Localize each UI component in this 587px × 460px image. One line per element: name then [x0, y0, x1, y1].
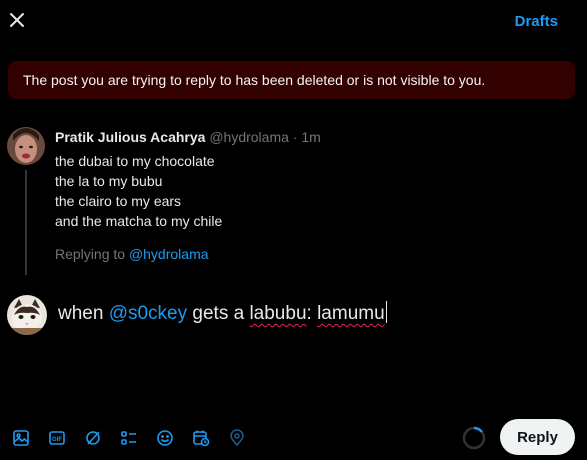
post-time[interactable]: 1m [301, 129, 320, 145]
reply-button[interactable]: Reply [500, 419, 575, 455]
composer-text: when [58, 303, 104, 324]
composer-text: gets a [192, 303, 245, 324]
emoji-icon [157, 430, 173, 446]
composer-mention[interactable]: @s0ckey [109, 303, 187, 324]
add-emoji-button[interactable] [155, 428, 175, 448]
composer-misspelled-word: labubu [249, 303, 307, 324]
author-avatar[interactable] [7, 127, 45, 165]
grok-icon [86, 431, 100, 445]
alert-text: The post you are trying to reply to has … [23, 72, 486, 88]
author-name[interactable]: Pratik Julious Acahrya [55, 129, 205, 145]
deleted-post-alert: The post you are trying to reply to has … [8, 61, 575, 99]
text-caret [385, 301, 387, 323]
composer-misspelled-word: lamumu [317, 303, 385, 324]
user-avatar[interactable] [7, 295, 47, 335]
replying-to: Replying to @hydrolama [55, 246, 209, 262]
post-line: the dubai to my chocolate [55, 153, 215, 169]
drafts-link[interactable]: Drafts [515, 13, 558, 30]
schedule-icon [193, 430, 210, 447]
poll-icon [121, 431, 136, 445]
post-text: the dubai to my chocolate the la to my b… [55, 151, 222, 231]
grok-button[interactable] [83, 428, 103, 448]
add-gif-button[interactable]: GIF [47, 428, 67, 448]
reply-composer-input[interactable]: when @s0ckey gets a labubu: lamumu [58, 301, 387, 325]
add-poll-button[interactable] [119, 428, 139, 448]
post-line: the la to my bubu [55, 173, 163, 189]
add-media-button[interactable] [11, 428, 31, 448]
post-line: and the matcha to my chile [55, 213, 223, 229]
location-icon [230, 429, 244, 447]
author-handle[interactable]: @hydrolama [209, 129, 289, 145]
schedule-button[interactable] [191, 428, 211, 448]
user-avatar-image [7, 295, 47, 335]
author-avatar-image [7, 127, 45, 165]
composer-toolbar: GIF [11, 428, 263, 448]
gif-icon: GIF [49, 431, 65, 445]
character-count-ring [462, 426, 486, 450]
close-icon [10, 13, 24, 27]
post-header: Pratik Julious Acahrya @hydrolama · 1m [55, 129, 321, 145]
add-location-button[interactable] [227, 428, 247, 448]
replying-to-label: Replying to [55, 246, 126, 262]
image-icon [13, 430, 29, 446]
svg-text:GIF: GIF [52, 437, 62, 443]
composer-colon: : [306, 303, 312, 324]
replying-to-handle[interactable]: @hydrolama [129, 246, 209, 262]
post-line: the clairo to my ears [55, 193, 182, 209]
thread-connector-line [25, 170, 27, 275]
post-separator: · [292, 129, 298, 145]
close-button[interactable] [8, 11, 26, 29]
